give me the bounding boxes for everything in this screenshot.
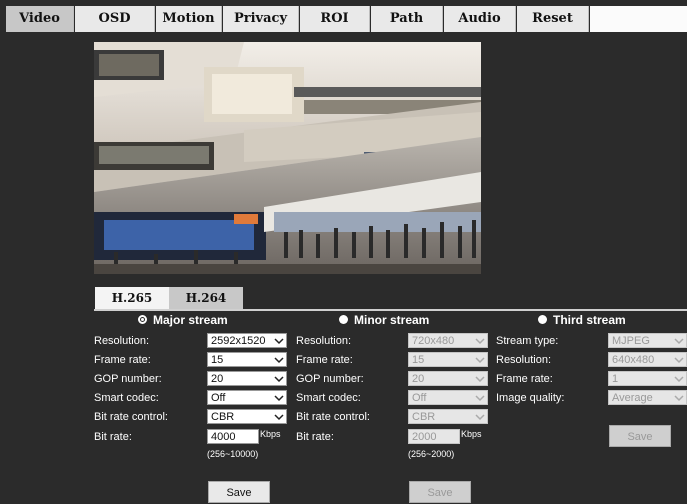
minor-bitratecontrol-label: Bit rate control:: [296, 411, 370, 423]
third-stream-label: Third stream: [553, 313, 626, 327]
third-resolution-select[interactable]: 640x480: [608, 352, 687, 367]
third-imagequality-value: Average: [612, 392, 653, 404]
major-bitratecontrol-value: CBR: [211, 411, 235, 423]
third-imagequality-select[interactable]: Average: [608, 390, 687, 405]
codec-tab-divider: [94, 309, 687, 311]
minor-bitratecontrol-select[interactable]: CBR: [408, 409, 488, 424]
major-bitrate-label: Bit rate:: [94, 431, 132, 443]
chevron-down-icon: [475, 338, 485, 345]
major-bitratecontrol-label: Bit rate control:: [94, 411, 168, 423]
tab-audio[interactable]: Audio: [444, 6, 516, 32]
chevron-down-icon: [274, 338, 284, 345]
minor-smartcodec-select[interactable]: Off: [408, 390, 488, 405]
third-imagequality-label: Image quality:: [496, 392, 565, 404]
chevron-down-icon: [674, 357, 684, 364]
major-bitrate-range: (256~10000): [207, 449, 259, 459]
minor-bitrate-label: Bit rate:: [296, 431, 334, 443]
third-framerate-label: Frame rate:: [496, 373, 553, 385]
major-gop-select[interactable]: 20: [207, 371, 287, 386]
minor-resolution-value: 720x480: [412, 335, 455, 347]
chevron-down-icon: [274, 376, 284, 383]
major-bitratecontrol-select[interactable]: CBR: [207, 409, 287, 424]
major-resolution-select[interactable]: 2592x1520: [207, 333, 287, 348]
chevron-down-icon: [674, 395, 684, 402]
minor-framerate-label: Frame rate:: [296, 354, 353, 366]
minor-framerate-value: 15: [412, 354, 425, 366]
minor-bitrate-input[interactable]: 2000: [408, 429, 460, 444]
minor-gop-label: GOP number:: [296, 373, 364, 385]
major-bitrate-unit: Kbps: [260, 429, 281, 439]
minor-gop-select[interactable]: 20: [408, 371, 488, 386]
chevron-down-icon: [674, 376, 684, 383]
major-framerate-select[interactable]: 15: [207, 352, 287, 367]
tab-privacy[interactable]: Privacy: [223, 6, 299, 32]
major-stream-option[interactable]: Major stream: [138, 313, 228, 329]
minor-resolution-label: Resolution:: [296, 335, 352, 347]
chevron-down-icon: [475, 376, 485, 383]
third-streamtype-value: MJPEG: [612, 335, 650, 347]
minor-save-button[interactable]: Save: [409, 481, 471, 503]
chevron-down-icon: [674, 338, 684, 345]
tab-bar-filler: [590, 6, 687, 32]
radio-selected-icon[interactable]: [138, 315, 147, 325]
minor-bitratecontrol-value: CBR: [412, 411, 436, 423]
third-resolution-label: Resolution:: [496, 354, 552, 366]
major-smartcodec-value: Off: [211, 392, 226, 404]
tab-h265[interactable]: H.265: [95, 287, 169, 309]
tab-roi[interactable]: ROI: [300, 6, 370, 32]
major-save-button[interactable]: Save: [208, 481, 270, 503]
third-save-button[interactable]: Save: [609, 425, 671, 447]
camera-preview-image: [94, 42, 481, 274]
major-stream-label: Major stream: [153, 313, 228, 327]
radio-unselected-icon[interactable]: [538, 315, 547, 325]
settings-tab-bar: Video OSD Motion Privacy ROI Path Audio …: [0, 0, 687, 32]
third-resolution-value: 640x480: [612, 354, 655, 366]
camera-preview: [94, 42, 481, 274]
tab-osd[interactable]: OSD: [75, 6, 155, 32]
major-resolution-label: Resolution:: [94, 335, 150, 347]
minor-resolution-select[interactable]: 720x480: [408, 333, 488, 348]
minor-stream-label: Minor stream: [354, 313, 430, 327]
tab-h264[interactable]: H.264: [169, 287, 243, 309]
third-streamtype-label: Stream type:: [496, 335, 559, 347]
minor-smartcodec-value: Off: [412, 392, 427, 404]
chevron-down-icon: [475, 395, 485, 402]
radio-unselected-icon[interactable]: [339, 315, 348, 325]
third-framerate-select[interactable]: 1: [608, 371, 687, 386]
third-streamtype-select[interactable]: MJPEG: [608, 333, 687, 348]
chevron-down-icon: [274, 357, 284, 364]
chevron-down-icon: [274, 395, 284, 402]
minor-bitrate-range: (256~2000): [408, 449, 455, 459]
major-resolution-value: 2592x1520: [211, 335, 266, 347]
major-framerate-label: Frame rate:: [94, 354, 151, 366]
third-stream-option[interactable]: Third stream: [538, 313, 626, 329]
chevron-down-icon: [274, 414, 284, 421]
third-framerate-value: 1: [612, 373, 619, 385]
major-framerate-value: 15: [211, 354, 224, 366]
major-smartcodec-label: Smart codec:: [94, 392, 159, 404]
minor-bitrate-unit: Kbps: [461, 429, 482, 439]
minor-stream-option[interactable]: Minor stream: [339, 313, 429, 329]
minor-framerate-select[interactable]: 15: [408, 352, 488, 367]
major-bitrate-input[interactable]: 4000: [207, 429, 259, 444]
major-gop-value: 20: [211, 373, 224, 385]
chevron-down-icon: [475, 414, 485, 421]
tab-reset[interactable]: Reset: [517, 6, 589, 32]
chevron-down-icon: [475, 357, 485, 364]
tab-path[interactable]: Path: [371, 6, 443, 32]
major-gop-label: GOP number:: [94, 373, 162, 385]
major-smartcodec-select[interactable]: Off: [207, 390, 287, 405]
tab-video[interactable]: Video: [6, 6, 74, 32]
minor-smartcodec-label: Smart codec:: [296, 392, 361, 404]
tab-motion[interactable]: Motion: [156, 6, 222, 32]
minor-gop-value: 20: [412, 373, 425, 385]
